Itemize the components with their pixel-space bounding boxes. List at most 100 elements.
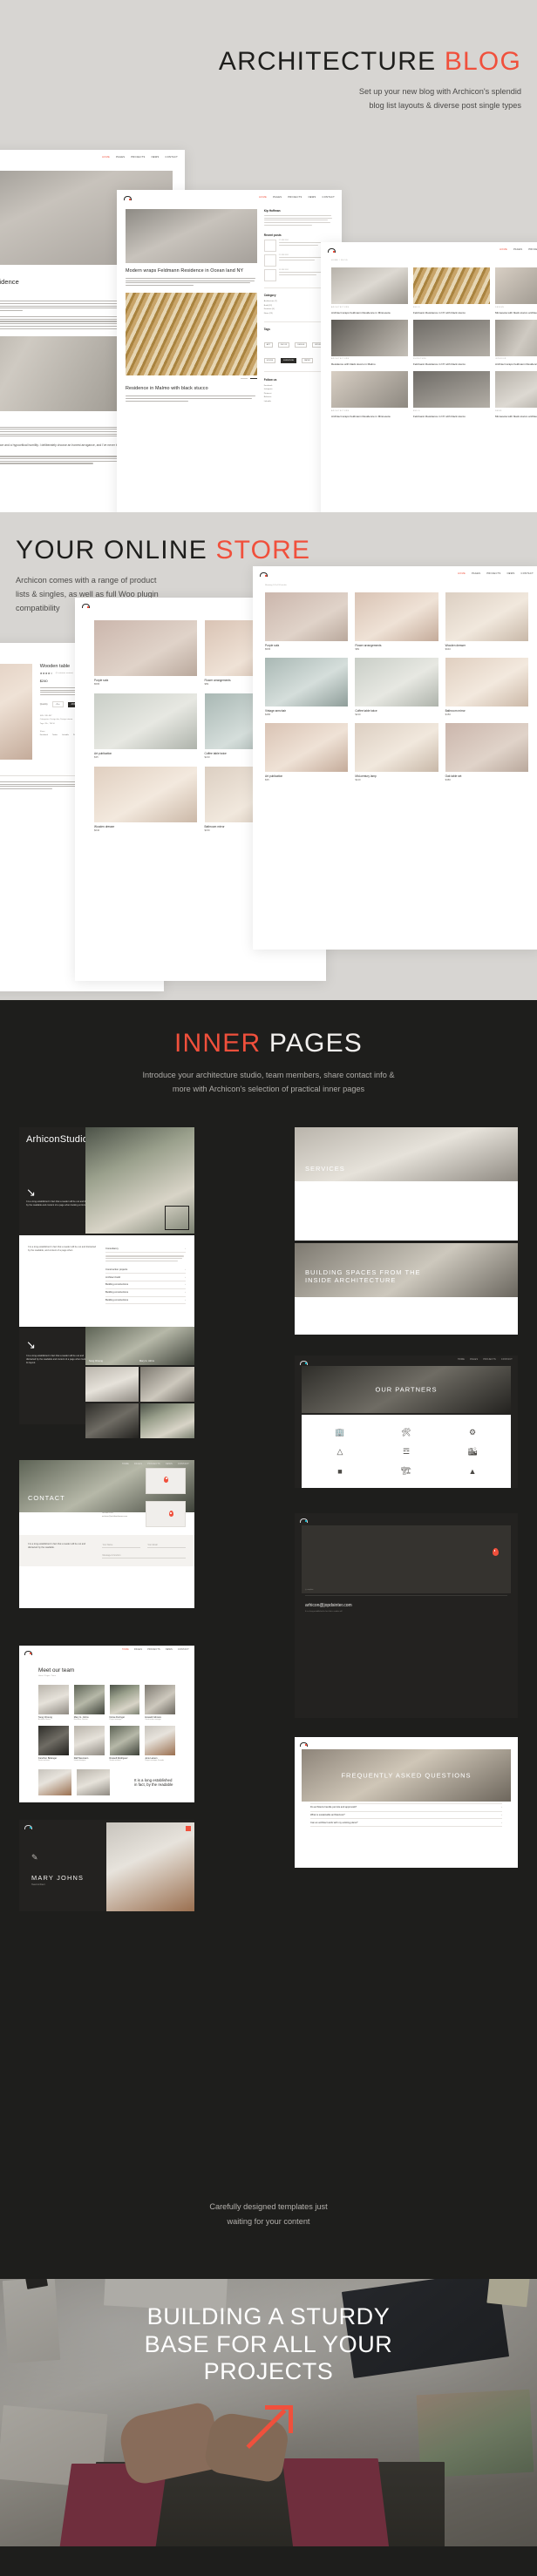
office-map-2[interactable] — [145, 1500, 187, 1527]
logo-icon[interactable] — [300, 1359, 308, 1365]
nav-item-contact[interactable]: CONTACT — [178, 1464, 189, 1465]
product-card[interactable]: Coffee table twice $210 — [355, 658, 438, 716]
nav-item-contact[interactable]: CONTACT — [501, 1359, 513, 1365]
nav-item-home[interactable]: HOME — [458, 572, 466, 575]
accordion-row[interactable]: Building constructions › — [105, 1281, 186, 1289]
mockup-nav[interactable]: HOME PAGES PROJECTS NEWS CONTACT — [321, 242, 537, 256]
share-facebook[interactable]: Facebook — [40, 734, 48, 736]
nav-item-pages[interactable]: PAGES — [472, 572, 480, 575]
tag-chip[interactable]: PAPER — [302, 358, 313, 364]
nav-item-contact[interactable]: CONTACT — [521, 572, 534, 575]
nav-item-pages[interactable]: PAGES — [134, 1649, 142, 1655]
quantity-stepper[interactable]: - 1 + — [51, 701, 64, 708]
nav-item-home[interactable]: HOME — [500, 248, 507, 251]
tag-chip[interactable]: HOUSE — [263, 358, 276, 364]
faq-row[interactable]: Can an architect work with my existing p… — [310, 1819, 502, 1828]
logo-icon[interactable] — [82, 602, 90, 608]
mockup-nav[interactable]: HOME PAGES PROJECTS NEWS CONTACT — [0, 150, 185, 164]
product-card[interactable]: Purple sofa $595 — [265, 592, 349, 651]
blog-card[interactable]: ARCHITECTURE Architect wraps Feldmann Res… — [331, 371, 408, 418]
logo-icon[interactable] — [300, 1517, 308, 1523]
name-field[interactable]: Your Name — [102, 1543, 141, 1548]
nav-item-news[interactable]: NEWS — [166, 1649, 173, 1655]
share-twitter[interactable]: Twitter — [52, 734, 58, 736]
blog-card[interactable]: BUILD Feldmann Residence in NY with black… — [413, 267, 490, 314]
team-member[interactable]: Sung Choung Architect, Senior — [38, 1684, 69, 1721]
mockup-nav[interactable] — [295, 1737, 518, 1750]
mockup-nav[interactable]: HOME PAGES PROJECTS NEWS CONTACT — [117, 190, 342, 204]
nav-item-contact[interactable]: CONTACT — [323, 196, 335, 199]
office-email[interactable]: archicon@archikonthemes.com — [102, 1516, 140, 1519]
nav-item-contact[interactable]: CONTACT — [166, 156, 178, 159]
product-card[interactable]: Bathroom mirror $150 — [445, 658, 528, 716]
nav-item-home[interactable]: HOME — [259, 196, 267, 199]
mockup-nav[interactable]: HOME PAGES PROJECTS NEWS CONTACT — [19, 1646, 194, 1659]
nav-item-pages[interactable]: PAGES — [273, 196, 282, 199]
tag-chip[interactable]: ART — [263, 342, 273, 348]
nav-item-home[interactable]: HOME — [122, 1649, 129, 1655]
about-accordion[interactable]: Consultancy › Construction projects › Arch… — [105, 1246, 186, 1305]
nav-item-news[interactable]: NEWS — [507, 572, 515, 575]
nav-item-projects[interactable]: PROJECTS — [528, 248, 537, 251]
accordion-row[interactable]: Construction projects › — [105, 1267, 186, 1274]
blog-card[interactable]: ARCHITECTURE Residence with black stucco … — [331, 319, 408, 367]
nav-item-pages[interactable]: PAGES — [513, 248, 522, 251]
product-card[interactable]: Purple sofa $595 — [94, 620, 197, 686]
product-card[interactable]: Wooden dresser $640 — [445, 592, 528, 651]
team-member[interactable]: Norse Duringet Project manager — [109, 1684, 140, 1721]
accordion-row[interactable]: Architect build › — [105, 1274, 186, 1282]
email-field[interactable]: Your Email — [147, 1543, 186, 1548]
contact-dark-map[interactable]: ◎ mapbox — [302, 1525, 511, 1593]
team-member[interactable]: Jens Larsen Project manager, Founder — [145, 1725, 175, 1761]
nav-item-home[interactable]: HOME — [122, 1464, 129, 1465]
nav-item-projects[interactable]: PROJECTS — [483, 1359, 496, 1365]
blog-card[interactable]: INTERIOR Architect wraps Feldmann Residen… — [495, 319, 537, 367]
product-card[interactable]: Mid-century lamp $120 — [355, 723, 438, 781]
accordion-row[interactable]: Consultancy › — [105, 1246, 186, 1254]
nav-item-news[interactable]: NEWS — [152, 156, 160, 159]
blog-card[interactable]: BUILD Feldmann Residence in NY with black… — [413, 371, 490, 418]
message-field[interactable]: Message & function — [102, 1553, 186, 1558]
tag-chip-active[interactable]: FURNITURE — [281, 358, 297, 364]
nav-item-news[interactable]: NEWS — [309, 196, 316, 199]
nav-item-home[interactable]: HOME — [458, 1359, 465, 1365]
blog-card[interactable]: FURNITURE Feldmann Residence in NY with b… — [413, 319, 490, 367]
team-member[interactable]: Fanchon Bélanger Senior architect — [38, 1725, 69, 1761]
logo-icon[interactable] — [24, 1649, 32, 1655]
logo-icon[interactable] — [300, 1741, 308, 1747]
logo-icon[interactable] — [260, 571, 268, 577]
product-card[interactable]: Flower arrangements $89 — [355, 592, 438, 651]
nav-item-contact[interactable]: CONTACT — [178, 1649, 189, 1655]
nav-item-projects[interactable]: PROJECTS — [486, 572, 500, 575]
logo-icon[interactable] — [328, 247, 336, 253]
share-linkedin[interactable]: LinkedIn — [62, 734, 69, 736]
nav-item-pages[interactable]: PAGES — [116, 156, 125, 159]
nav-item-projects[interactable]: PROJECTS — [131, 156, 145, 159]
nav-item-projects[interactable]: PROJECTS — [288, 196, 302, 199]
blog-card[interactable]: DESIGN Minnesota with black stucco archit… — [495, 267, 537, 314]
accordion-row[interactable]: Building constructions › — [105, 1297, 186, 1305]
team-member[interactable]: Mary G. Johns Executive, Director — [73, 1684, 105, 1721]
mockup-nav[interactable] — [295, 1513, 518, 1526]
faq-row[interactable]: Do architects handle permits and approva… — [310, 1804, 502, 1812]
team-member[interactable]: Russell Rodriguez Senior architect — [109, 1725, 140, 1761]
product-card[interactable]: Art publication $35 — [265, 723, 349, 781]
logo-icon[interactable] — [124, 194, 132, 200]
tag-chip[interactable]: DESIGN — [295, 342, 308, 348]
product-card[interactable]: Vintage armchair $480 — [265, 658, 349, 716]
nav-item-pages[interactable]: PAGES — [134, 1464, 142, 1465]
nav-item-pages[interactable]: PAGES — [470, 1359, 478, 1365]
nav-item-news[interactable]: NEWS — [166, 1464, 173, 1465]
nav-item-home[interactable]: HOME — [102, 156, 110, 159]
accordion-row[interactable]: Building constructions › — [105, 1289, 186, 1297]
blog-card[interactable]: ARCHITECTURE Architect wraps Feldmann Res… — [331, 267, 408, 314]
product-card[interactable]: Oak table set $380 — [445, 723, 528, 781]
product-card[interactable]: Art publication $35 — [94, 693, 197, 759]
office-map-1[interactable] — [145, 1467, 187, 1494]
logo-icon[interactable] — [24, 1823, 32, 1829]
team-member[interactable]: Ralf Neumann Interior designer — [73, 1725, 105, 1761]
team-member[interactable]: Howard Gilmore Construction manager — [145, 1684, 175, 1721]
slider-controls[interactable] — [126, 378, 257, 380]
tag-chip[interactable]: DECOR — [277, 342, 290, 348]
blog-card[interactable]: NEWS Minnesota with black stucco architec… — [495, 371, 537, 418]
